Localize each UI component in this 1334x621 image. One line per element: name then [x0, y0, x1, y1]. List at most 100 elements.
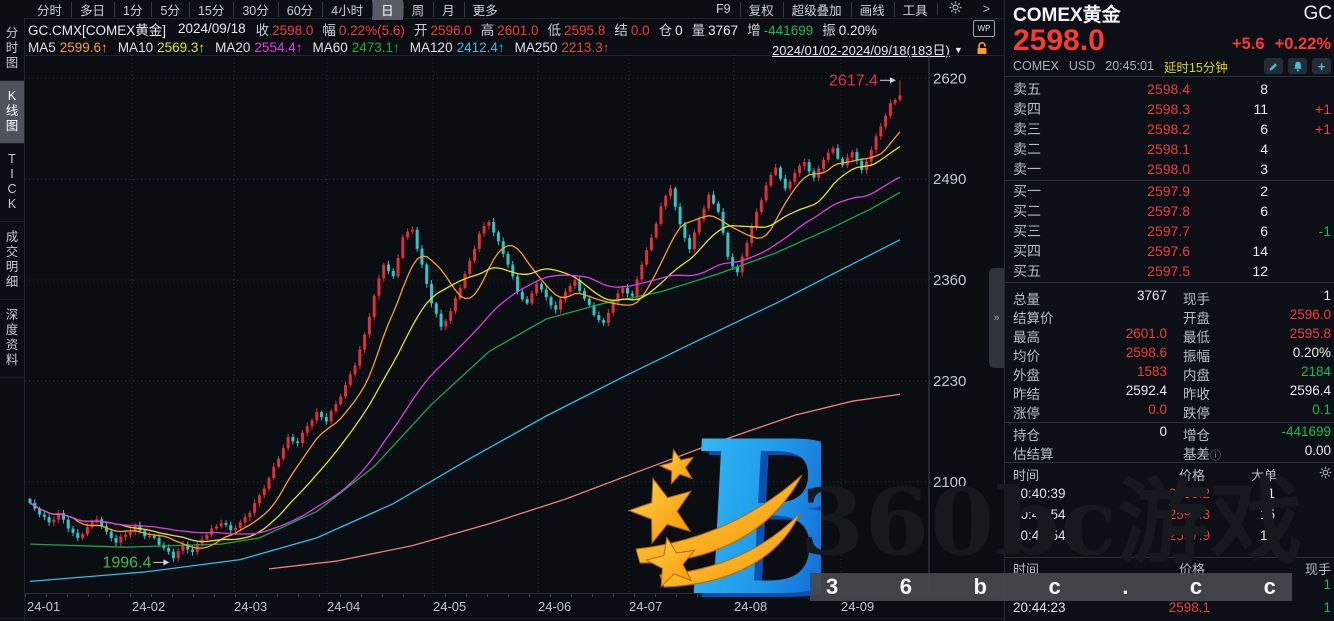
svg-text:2620: 2620: [933, 70, 966, 87]
currency-label: USD: [1069, 59, 1095, 73]
field-开: 开2596.0: [414, 23, 472, 38]
svg-text:2617.4: 2617.4: [829, 72, 878, 89]
tab-5分[interactable]: 5分: [151, 0, 188, 20]
quote-fields: 收2598.0幅0.22%(5.6)开2596.0高2601.0低2595.8结…: [256, 19, 886, 39]
field-幅: 幅0.22%(5.6): [322, 23, 405, 38]
bid-row[interactable]: 买三2597.76-1: [1005, 221, 1334, 241]
ma-legend-MA20: MA202554.4↑: [215, 40, 302, 55]
svg-text:2230: 2230: [933, 373, 966, 390]
sidebar-item-深度资料[interactable]: 深度资料: [0, 300, 24, 378]
instrument-code: GC: [1304, 3, 1333, 25]
watermark-letter: c: [1049, 575, 1061, 599]
view-sidebar: 分时图K线图TICK成交明细深度资料: [0, 18, 25, 621]
stat-row: 涨停0.0跌停0.1: [1005, 402, 1334, 421]
field-低: 低2595.8: [548, 23, 606, 38]
quote-info-bar: GC.CMX[COMEX黄金] 2024/09/18 收2598.0幅0.22%…: [28, 18, 886, 39]
field-增: 增-441699: [747, 23, 813, 38]
quote-panel: COMEX黄金 GC 2598.0 +5.6+0.22% COMEX USD 2…: [1004, 0, 1334, 621]
wp-icon[interactable]: WP: [973, 20, 995, 37]
watermark-letter: 6: [900, 575, 912, 599]
stat-row: 结算价开盘2596.0: [1005, 307, 1334, 326]
tab-4小时[interactable]: 4小时: [322, 0, 372, 20]
tab-15分[interactable]: 15分: [189, 0, 233, 20]
x-label-24-09: 24-09: [841, 599, 874, 614]
bid-row[interactable]: 买五2597.512: [1005, 261, 1334, 281]
exchange-label: COMEX: [1013, 59, 1059, 73]
stat-row: 持仓0增仓-441699: [1005, 424, 1334, 443]
tab-30分[interactable]: 30分: [233, 0, 277, 20]
field-结: 结0.0: [614, 23, 649, 38]
x-label-24-04: 24-04: [327, 599, 360, 614]
stat-row: 最高2601.0最低2595.8: [1005, 326, 1334, 345]
menu-item-画线[interactable]: 画线: [851, 0, 894, 20]
ask-row[interactable]: 卖三2598.26+1: [1005, 119, 1334, 139]
tab-日[interactable]: 日: [372, 0, 403, 20]
ma-legend-bar: MA52599.6↑MA102569.3↑MA202554.4↑MA602473…: [28, 39, 619, 55]
unlock-icon[interactable]: [975, 41, 990, 55]
add-icon[interactable]: +: [1312, 58, 1331, 74]
bid-row[interactable]: 买二2597.86: [1005, 201, 1334, 221]
alert-bell-icon[interactable]: [1288, 58, 1307, 74]
field-高: 高2601.0: [481, 23, 539, 38]
tab-月[interactable]: 月: [433, 0, 464, 20]
tab-1分[interactable]: 1分: [114, 0, 151, 20]
x-label-24-03: 24-03: [234, 599, 267, 614]
x-label-24-08: 24-08: [734, 599, 767, 614]
menu-item-工具[interactable]: 工具: [894, 0, 937, 20]
chevron-right-icon[interactable]: >: [975, 2, 998, 16]
x-label-24-05: 24-05: [433, 599, 466, 614]
stat-row: 昨结2592.4昨收2596.4: [1005, 383, 1334, 402]
info-circle-icon: ⓘ: [1210, 450, 1221, 462]
watermark-letter: .: [1122, 575, 1128, 599]
menu-item-复权[interactable]: 复权: [740, 0, 783, 20]
ask-row[interactable]: 卖一2598.03: [1005, 159, 1334, 179]
sidebar-item-分时图[interactable]: 分时图: [0, 18, 24, 81]
watermark-letter: b: [974, 575, 987, 599]
ma-legend-MA10: MA102569.3↑: [118, 40, 205, 55]
x-label-24-07: 24-07: [629, 599, 662, 614]
divider: [1005, 422, 1334, 423]
tab-周[interactable]: 周: [403, 0, 434, 20]
tab-多日[interactable]: 多日: [71, 0, 114, 20]
sidebar-item-K线图[interactable]: K线图: [0, 81, 24, 144]
x-label-24-02: 24-02: [132, 599, 165, 614]
big-order-row: 20:42:542598.315: [1005, 507, 1334, 528]
table-settings-gear-icon[interactable]: [1319, 466, 1332, 482]
stat-row: 均价2598.6振幅0.20%: [1005, 345, 1334, 364]
chevron-down-icon[interactable]: ▼: [954, 45, 963, 55]
ask-row[interactable]: 卖五2598.48: [1005, 79, 1334, 99]
chart-canvas[interactable]: 262024902360223021001996.42617.4: [25, 55, 1004, 593]
stat-row: 总量3767现手1: [1005, 288, 1334, 307]
divider: [1005, 282, 1334, 283]
bid-row[interactable]: 买四2597.614: [1005, 241, 1334, 261]
settings-gear-icon[interactable]: [937, 0, 975, 18]
panel-collapse-handle[interactable]: »: [989, 268, 1004, 368]
tab-分时[interactable]: 分时: [28, 0, 71, 20]
divider: [1005, 557, 1334, 558]
edit-icon[interactable]: [1264, 58, 1283, 74]
period-tabs: 分时多日1分5分15分30分60分4小时日周月更多: [28, 0, 507, 18]
ask-row[interactable]: 卖二2598.14: [1005, 139, 1334, 159]
tab-60分[interactable]: 60分: [278, 0, 322, 20]
x-label-24-06: 24-06: [538, 599, 571, 614]
menu-item-超级叠加[interactable]: 超级叠加: [783, 0, 851, 20]
tick-row: 20:44:232598.11: [1005, 600, 1334, 620]
stat-row: 外盘1583内盘2184: [1005, 364, 1334, 383]
instrument-name: COMEX黄金: [1013, 0, 1121, 27]
sidebar-item-TICK[interactable]: TICK: [0, 144, 24, 222]
quote-time: 20:45:01: [1105, 59, 1154, 73]
tab-更多[interactable]: 更多: [464, 0, 507, 20]
ask-row[interactable]: 卖四2598.311+1: [1005, 99, 1334, 119]
symbol-label: GC.CMX[COMEX黄金]: [28, 19, 166, 39]
candlestick-chart[interactable]: 262024902360223021001996.42617.4: [25, 55, 1004, 593]
field-量: 量3767: [692, 23, 739, 38]
period-toolbar: 分时多日1分5分15分30分60分4小时日周月更多 F9复权超级叠加画线工具 >: [0, 0, 1004, 19]
quote-action-icons: +: [1264, 58, 1331, 74]
watermark-letter: 3: [826, 575, 838, 599]
x-label-24-01: 24-01: [27, 599, 60, 614]
sidebar-item-成交明细[interactable]: 成交明细: [0, 222, 24, 300]
divider: [1005, 76, 1334, 77]
toolbar-menu: F9复权超级叠加画线工具 >: [707, 0, 998, 18]
menu-item-F9[interactable]: F9: [707, 1, 740, 17]
bid-row[interactable]: 买一2597.92: [1005, 181, 1334, 201]
